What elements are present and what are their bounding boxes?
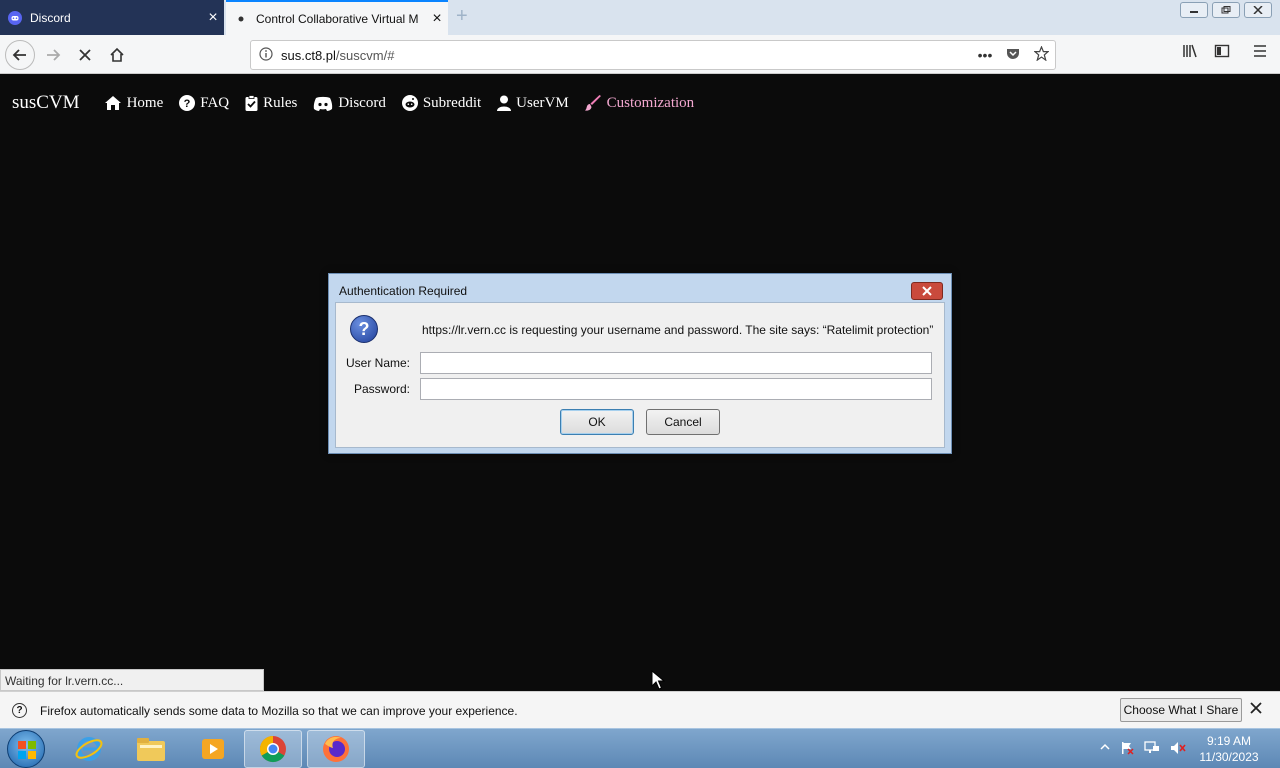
page-actions-button[interactable]: ••• — [971, 47, 999, 63]
clock-time: 9:19 AM — [1206, 734, 1252, 748]
stop-icon — [79, 49, 91, 61]
nav-label: FAQ — [200, 94, 230, 111]
username-label: User Name: — [345, 356, 410, 370]
discord-icon — [8, 10, 22, 25]
windows-logo-icon — [18, 741, 36, 759]
nav-uservm[interactable]: UserVM — [497, 95, 569, 112]
library-icon[interactable] — [1182, 43, 1198, 64]
cancel-button[interactable]: Cancel — [646, 409, 720, 435]
password-input[interactable] — [420, 378, 932, 400]
nav-label: Rules — [263, 94, 298, 111]
nav-discord[interactable]: Discord — [313, 95, 386, 112]
close-icon[interactable] — [1250, 701, 1262, 719]
url-path: /suscvm/# — [335, 47, 395, 63]
clipboard-check-icon — [245, 95, 258, 111]
bookmark-star-icon[interactable] — [1027, 45, 1055, 64]
file-explorer-icon[interactable] — [122, 730, 180, 768]
data-notification-bar: ? Firefox automatically sends some data … — [0, 691, 1280, 728]
stop-button[interactable] — [70, 40, 100, 70]
network-icon[interactable] — [1144, 741, 1160, 758]
info-icon[interactable] — [251, 46, 281, 64]
tab-suscvm[interactable]: Control Collaborative Virtual M × — [226, 0, 448, 35]
action-center-flag-icon[interactable] — [1120, 741, 1134, 758]
question-circle-icon: ? — [12, 703, 27, 718]
url-domain: sus.ct8.pl — [281, 47, 336, 63]
paintbrush-icon — [584, 95, 602, 111]
tab-strip: Discord × Control Collaborative Virtual … — [0, 0, 1280, 35]
dialog-close-button[interactable] — [911, 282, 943, 300]
home-button[interactable] — [102, 40, 132, 70]
url-text[interactable]: sus.ct8.pl/suscvm/# — [281, 48, 971, 63]
password-label: Password: — [353, 382, 410, 396]
reddit-icon — [401, 95, 418, 111]
media-player-icon[interactable] — [184, 730, 242, 768]
home-icon — [110, 47, 124, 62]
internet-explorer-icon[interactable] — [60, 730, 118, 768]
firefox-icon[interactable] — [307, 730, 365, 768]
windows-taskbar: 9:19 AM 11/30/2023 — [0, 728, 1280, 768]
new-tab-button[interactable]: + — [456, 5, 468, 28]
nav-label: Customization — [606, 94, 695, 111]
question-circle-icon: ? — [179, 95, 196, 111]
discord-icon — [313, 96, 333, 111]
taskbar-clock[interactable]: 9:19 AM 11/30/2023 — [1196, 733, 1262, 765]
ok-button[interactable]: OK — [560, 409, 634, 435]
nav-label: Discord — [338, 94, 386, 111]
system-tray — [1100, 741, 1186, 758]
restore-button[interactable] — [1212, 2, 1240, 18]
nav-faq[interactable]: ? FAQ — [179, 95, 229, 112]
forward-arrow-icon — [47, 49, 61, 61]
site-brand[interactable]: susCVM — [12, 92, 80, 114]
url-bar[interactable]: sus.ct8.pl/suscvm/# ••• — [250, 40, 1056, 70]
start-button[interactable] — [7, 730, 45, 768]
clock-date: 11/30/2023 — [1199, 750, 1259, 764]
pocket-icon[interactable] — [999, 47, 1027, 64]
home-icon — [104, 95, 122, 111]
dialog-title: Authentication Required — [339, 284, 468, 298]
mouse-cursor-icon — [651, 670, 665, 690]
nav-label: Home — [126, 94, 164, 111]
nav-label: UserVM — [516, 94, 569, 111]
auth-dialog: Authentication Required ? https://lr.ver… — [328, 273, 952, 454]
user-icon — [497, 95, 512, 111]
sidebar-icon[interactable] — [1214, 43, 1230, 64]
navigation-toolbar: sus.ct8.pl/suscvm/# ••• — [0, 35, 1280, 74]
nav-rules[interactable]: Rules — [245, 95, 297, 112]
site-nav: susCVM Home ? FAQ Rules Discord Subreddi… — [12, 92, 710, 114]
svg-text:?: ? — [184, 98, 191, 110]
username-input[interactable] — [420, 352, 932, 374]
back-button[interactable] — [5, 40, 35, 70]
forward-button[interactable] — [38, 40, 68, 70]
nav-subreddit[interactable]: Subreddit — [401, 94, 482, 112]
close-icon[interactable]: × — [426, 10, 448, 28]
choose-what-i-share-button[interactable]: Choose What I Share — [1120, 698, 1242, 722]
question-icon: ? — [350, 315, 378, 343]
close-icon — [922, 286, 932, 296]
loading-dot-icon — [234, 12, 248, 26]
nav-label: Subreddit — [422, 94, 482, 111]
back-arrow-icon — [12, 49, 26, 61]
volume-muted-icon[interactable] — [1170, 741, 1186, 758]
dialog-body: ? https://lr.vern.cc is requesting your … — [335, 302, 945, 448]
menu-icon[interactable] — [1252, 43, 1268, 64]
tab-label: Discord — [30, 10, 71, 25]
dialog-message: https://lr.vern.cc is requesting your us… — [422, 323, 934, 337]
close-window-button[interactable] — [1244, 2, 1272, 18]
minimize-button[interactable] — [1180, 2, 1208, 18]
nav-home[interactable]: Home — [104, 94, 164, 112]
nav-customization[interactable]: Customization — [584, 94, 695, 112]
close-icon[interactable]: × — [202, 9, 224, 27]
status-bar: Waiting for lr.vern.cc... — [0, 669, 264, 691]
chrome-icon[interactable] — [244, 730, 302, 768]
notification-text: Firefox automatically sends some data to… — [40, 704, 518, 718]
show-hidden-icons-arrow[interactable] — [1100, 741, 1110, 758]
tab-label: Control Collaborative Virtual M — [256, 11, 419, 26]
window-controls — [1180, 2, 1272, 18]
tab-discord[interactable]: Discord × — [0, 0, 224, 35]
